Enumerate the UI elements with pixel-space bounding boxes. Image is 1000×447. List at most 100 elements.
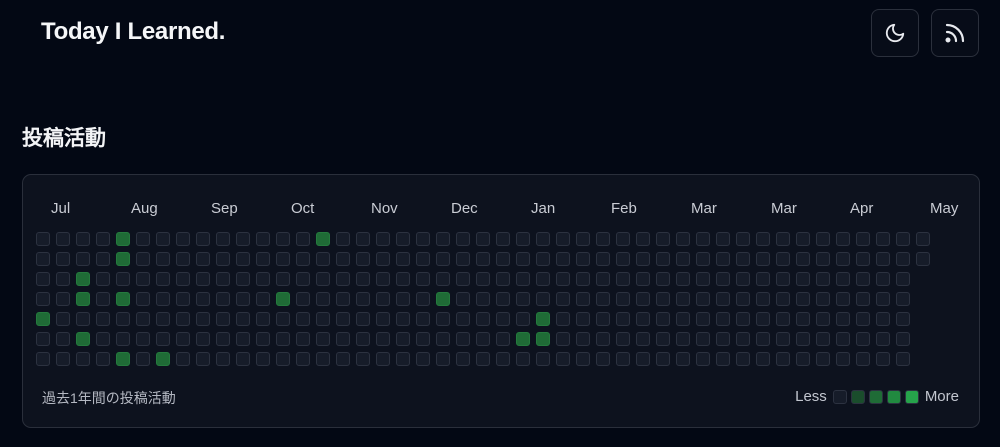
activity-day-cell[interactable] [356, 232, 370, 246]
activity-day-cell[interactable] [336, 232, 350, 246]
activity-day-cell[interactable] [836, 292, 850, 306]
activity-day-cell[interactable] [136, 292, 150, 306]
activity-day-cell[interactable] [896, 292, 910, 306]
activity-day-cell[interactable] [356, 312, 370, 326]
activity-day-cell[interactable] [576, 252, 590, 266]
activity-day-cell[interactable] [756, 272, 770, 286]
activity-day-cell[interactable] [336, 352, 350, 366]
activity-day-cell[interactable] [316, 332, 330, 346]
activity-day-cell[interactable] [256, 312, 270, 326]
activity-day-cell[interactable] [516, 232, 530, 246]
activity-day-cell[interactable] [596, 232, 610, 246]
activity-day-cell[interactable] [476, 272, 490, 286]
activity-day-cell[interactable] [596, 352, 610, 366]
activity-day-cell[interactable] [396, 272, 410, 286]
activity-day-cell[interactable] [136, 312, 150, 326]
activity-day-cell[interactable] [756, 232, 770, 246]
activity-day-cell[interactable] [676, 272, 690, 286]
activity-day-cell[interactable] [176, 292, 190, 306]
activity-day-cell[interactable] [436, 252, 450, 266]
activity-day-cell[interactable] [656, 252, 670, 266]
activity-day-cell[interactable] [676, 332, 690, 346]
activity-day-cell[interactable] [236, 252, 250, 266]
activity-day-cell[interactable] [736, 272, 750, 286]
activity-day-cell[interactable] [456, 312, 470, 326]
activity-day-cell[interactable] [236, 292, 250, 306]
activity-day-cell[interactable] [36, 252, 50, 266]
activity-day-cell[interactable] [716, 352, 730, 366]
activity-day-cell[interactable] [636, 352, 650, 366]
activity-day-cell[interactable] [456, 332, 470, 346]
activity-day-cell[interactable] [456, 272, 470, 286]
activity-day-cell[interactable] [356, 252, 370, 266]
activity-day-cell[interactable] [836, 252, 850, 266]
activity-day-cell[interactable] [296, 292, 310, 306]
activity-day-cell[interactable] [676, 252, 690, 266]
activity-day-cell[interactable] [416, 332, 430, 346]
activity-day-cell[interactable] [76, 252, 90, 266]
activity-day-cell[interactable] [416, 312, 430, 326]
activity-day-cell[interactable] [856, 352, 870, 366]
activity-day-cell[interactable] [676, 312, 690, 326]
activity-day-cell[interactable] [156, 252, 170, 266]
activity-day-cell[interactable] [396, 252, 410, 266]
activity-day-cell[interactable] [316, 292, 330, 306]
activity-day-cell[interactable] [96, 352, 110, 366]
activity-day-cell[interactable] [796, 352, 810, 366]
activity-day-cell[interactable] [316, 272, 330, 286]
activity-day-cell[interactable] [816, 352, 830, 366]
activity-day-cell[interactable] [456, 292, 470, 306]
activity-day-cell[interactable] [696, 272, 710, 286]
activity-day-cell[interactable] [596, 252, 610, 266]
activity-day-cell[interactable] [716, 312, 730, 326]
activity-day-cell[interactable] [556, 232, 570, 246]
activity-day-cell[interactable] [696, 312, 710, 326]
activity-day-cell[interactable] [416, 232, 430, 246]
activity-day-cell[interactable] [36, 272, 50, 286]
activity-day-cell[interactable] [36, 232, 50, 246]
activity-day-cell[interactable] [476, 292, 490, 306]
activity-day-cell[interactable] [536, 272, 550, 286]
activity-day-cell[interactable] [256, 332, 270, 346]
activity-day-cell[interactable] [876, 312, 890, 326]
activity-day-cell[interactable] [356, 272, 370, 286]
activity-day-cell[interactable] [196, 252, 210, 266]
activity-day-cell[interactable] [416, 272, 430, 286]
activity-day-cell[interactable] [716, 252, 730, 266]
activity-day-cell[interactable] [496, 352, 510, 366]
activity-day-cell[interactable] [396, 292, 410, 306]
activity-day-cell[interactable] [496, 232, 510, 246]
activity-day-cell[interactable] [256, 352, 270, 366]
activity-day-cell[interactable] [596, 332, 610, 346]
activity-day-cell[interactable] [856, 292, 870, 306]
activity-day-cell[interactable] [136, 332, 150, 346]
activity-day-cell[interactable] [876, 292, 890, 306]
activity-day-cell[interactable] [256, 252, 270, 266]
activity-day-cell[interactable] [696, 252, 710, 266]
activity-day-cell[interactable] [856, 232, 870, 246]
activity-day-cell[interactable] [836, 312, 850, 326]
activity-day-cell[interactable] [36, 332, 50, 346]
activity-day-cell[interactable] [316, 312, 330, 326]
activity-day-cell[interactable] [736, 292, 750, 306]
activity-day-cell[interactable] [116, 272, 130, 286]
activity-day-cell[interactable] [636, 232, 650, 246]
activity-day-cell[interactable] [756, 252, 770, 266]
activity-day-cell[interactable] [536, 352, 550, 366]
activity-day-cell[interactable] [556, 292, 570, 306]
activity-day-cell[interactable] [196, 352, 210, 366]
activity-day-cell[interactable] [636, 332, 650, 346]
activity-day-cell[interactable] [576, 272, 590, 286]
activity-day-cell[interactable] [216, 272, 230, 286]
activity-day-cell[interactable] [816, 332, 830, 346]
activity-day-cell[interactable] [136, 272, 150, 286]
activity-day-cell[interactable] [136, 352, 150, 366]
activity-day-cell[interactable] [656, 352, 670, 366]
activity-day-cell[interactable] [616, 352, 630, 366]
activity-day-cell[interactable] [296, 232, 310, 246]
activity-day-cell[interactable] [856, 312, 870, 326]
activity-day-cell[interactable] [76, 272, 90, 286]
activity-day-cell[interactable] [696, 332, 710, 346]
activity-day-cell[interactable] [436, 332, 450, 346]
activity-day-cell[interactable] [76, 292, 90, 306]
